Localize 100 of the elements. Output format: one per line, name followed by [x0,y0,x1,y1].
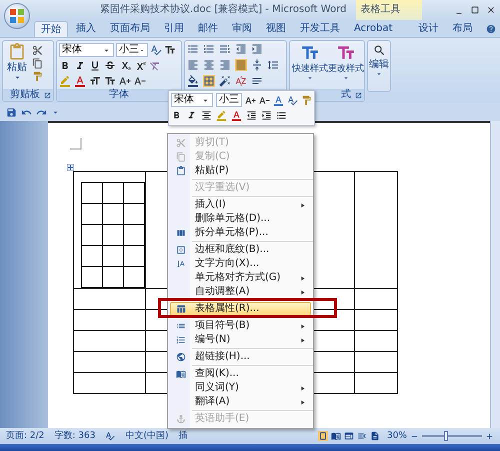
menu-item[interactable]: 粘贴(P) [170,164,311,178]
italic-icon[interactable] [186,110,197,121]
zoom-level[interactable]: 30% [386,432,407,440]
slider-thumb[interactable] [444,431,448,441]
bullets-icon[interactable] [276,110,287,121]
shrink-font-icon[interactable] [259,94,270,106]
print-layout-icon[interactable] [318,431,328,441]
search-icon[interactable] [372,44,386,57]
menu-item[interactable]: 查阅(K)... [170,367,311,381]
office-button[interactable] [4,3,30,29]
ribbon-tab[interactable]: 视图 [260,21,292,37]
zoom-in-icon[interactable] [485,432,494,440]
increase-indent-icon[interactable] [261,110,272,121]
menu-item[interactable]: 边框和底纹(B)... [170,243,311,257]
superscript-icon[interactable] [134,60,146,72]
font-name-field[interactable]: 宋体 [59,43,114,57]
character-shading-icon[interactable] [104,75,116,87]
phonetic-guide-icon[interactable] [150,44,162,56]
decrease-indent-icon[interactable] [235,43,247,55]
clipboard-icon[interactable] [8,43,26,61]
underline-icon[interactable] [89,60,101,72]
bold-icon[interactable] [171,110,182,121]
decrease-indent-icon[interactable] [246,110,257,121]
subscript-icon[interactable] [119,60,131,72]
shrink-font-icon[interactable] [134,75,146,87]
dialog-launcher-icon[interactable] [44,92,51,98]
web-layout-icon[interactable] [344,431,354,441]
insert-mode-indicator[interactable]: 插 [178,432,188,440]
ribbon-tab[interactable]: 邮件 [192,21,224,37]
draft-icon[interactable] [370,431,380,441]
menu-item[interactable]: 拆分单元格(P)... [170,226,311,240]
ribbon-tab[interactable]: 引用 [158,21,190,37]
bullets-icon[interactable] [187,43,199,55]
page-count[interactable]: 页面: 2/2 [6,432,44,440]
ribbon-tab[interactable]: 页面布局 [104,21,156,37]
clear-format-icon[interactable] [149,60,161,72]
ribbon-tab[interactable]: 插入 [70,21,102,37]
italic-icon[interactable] [74,60,86,72]
ribbon-tab[interactable]: 设计 [412,21,445,37]
vertical-scrollbar[interactable] [490,121,500,428]
font-color-icon[interactable] [231,110,242,121]
maximize-icon[interactable] [470,5,480,15]
menu-item[interactable]: 自动调整(A) [170,285,311,299]
styles-icon[interactable] [273,94,284,106]
sort-icon[interactable] [235,75,247,87]
asian-layout-icon[interactable] [219,75,231,87]
align-center-icon[interactable] [203,59,215,71]
ribbon-tab[interactable]: 布局 [446,21,479,37]
ribbon-tab[interactable]: Acrobat [348,21,399,37]
menu-item[interactable]: 删除单元格(D)... [170,212,311,226]
font-color-icon[interactable] [74,75,86,87]
word-count[interactable]: 字数: 363 [54,432,96,440]
distribute-icon[interactable] [251,59,263,71]
increase-indent-icon[interactable] [251,43,263,55]
phonetic-guide-icon[interactable] [287,94,298,106]
globe-icon [176,352,186,362]
change-case-icon[interactable] [89,75,101,87]
editing-button[interactable]: 编辑 [367,40,391,92]
ribbon-tab[interactable]: 开始 [34,21,68,37]
proofing-icon[interactable] [105,431,116,441]
format-painter-icon[interactable] [301,94,312,106]
save-icon[interactable] [6,106,17,118]
character-border-icon[interactable] [164,44,176,56]
strikethrough-icon[interactable] [104,60,116,72]
align-right-icon[interactable] [219,59,231,71]
multilevel-list-icon[interactable] [219,43,231,55]
numbering-icon[interactable] [203,43,215,55]
format-painter-icon[interactable] [32,71,43,82]
ribbon-tab[interactable]: 开发工具 [294,21,346,37]
menu-item[interactable]: 项目符号(B) [170,319,311,333]
menu-item[interactable]: 插入(I) [170,198,311,212]
paragraph-mark-icon[interactable] [251,75,263,87]
shading-icon[interactable] [187,75,199,87]
help-icon[interactable] [486,24,496,34]
menu-item[interactable]: 表格属性(R)... [170,302,311,316]
scissors-icon [176,138,186,148]
language-indicator[interactable]: 中文(中国) [125,432,168,440]
menu-item[interactable]: 翻译(A) [170,395,311,409]
line-spacing-icon[interactable] [267,59,279,71]
justify-icon[interactable] [235,59,247,71]
font-name-field[interactable]: 宋体 [171,93,213,107]
paste-button[interactable]: 粘贴 [5,43,29,89]
menu-item[interactable]: 单元格对齐方式(G) [170,271,311,285]
close-icon[interactable] [486,5,496,15]
quick-styles-button[interactable]: 快速样式 [292,43,328,89]
font-size-field[interactable]: 小三 [116,43,148,57]
outline-icon[interactable] [356,431,367,441]
copy-icon[interactable] [32,58,43,69]
align-left-icon[interactable] [187,59,199,71]
grow-font-icon[interactable] [245,94,256,106]
borders-icon[interactable] [203,75,215,87]
reading-layout-icon[interactable] [330,431,341,441]
menu-item[interactable]: 文字方向(X)... [170,257,311,271]
scissors-icon[interactable] [32,45,43,56]
dialog-launcher-icon[interactable] [355,92,362,98]
ribbon-tab[interactable]: 审阅 [226,21,258,37]
change-styles-button[interactable]: 更改样式 [328,43,364,89]
grow-font-icon[interactable] [119,75,131,87]
font-size-field[interactable]: 小三 [216,93,242,107]
align-center-icon[interactable] [201,110,212,121]
